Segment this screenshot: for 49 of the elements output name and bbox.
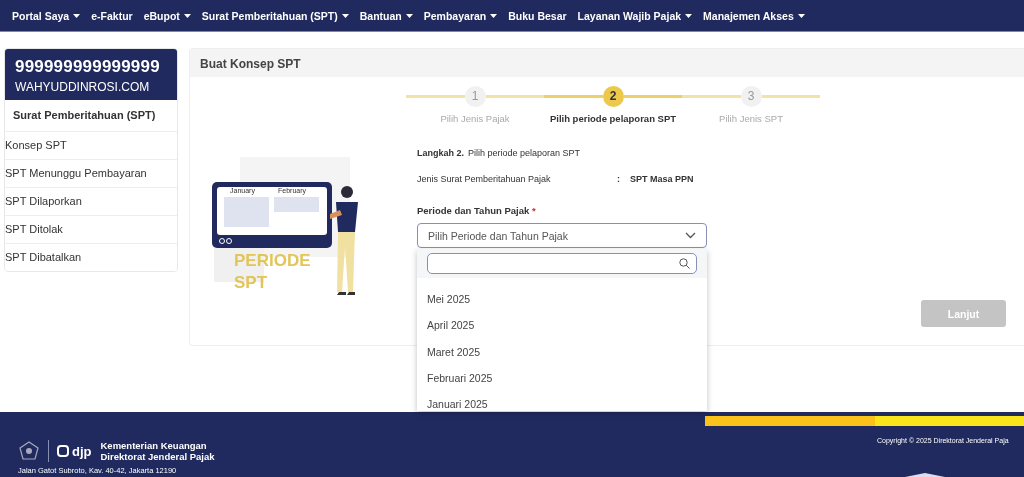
caret-icon <box>490 13 498 18</box>
search-icon <box>679 258 690 269</box>
nav-menu-item[interactable]: Portal Saya <box>12 9 81 22</box>
brand-name: djp <box>72 443 92 459</box>
step-label: Pilih Jenis SPT <box>719 113 783 124</box>
nav-menu-item[interactable]: Bantuan <box>359 9 413 22</box>
chevron-down-icon <box>685 232 696 239</box>
step-number: 1 <box>464 85 486 107</box>
info-label: Jenis Surat Pemberitahuan Pajak <box>417 174 552 184</box>
decorative-shape-drawing <box>905 472 945 477</box>
caret-icon <box>685 13 693 18</box>
step-number: 2 <box>602 85 624 107</box>
illustration-caption: PERIODE <box>234 250 311 272</box>
period-select[interactable]: Pilih Periode dan Tahun Pajak <box>417 223 707 248</box>
nav-menu-item[interactable]: Manajemen Akses <box>703 9 805 22</box>
search-field[interactable] <box>427 253 697 274</box>
caret-icon <box>797 13 805 18</box>
nav-menu-item[interactable]: Layanan Wajib Pajak <box>577 9 693 22</box>
dropdown-option[interactable]: Mei 2025 <box>417 286 707 313</box>
logo-icon <box>57 445 69 457</box>
caret-icon <box>405 13 413 18</box>
caret-icon <box>73 13 81 18</box>
dropdown-option[interactable]: April 2025 <box>417 312 707 339</box>
step-label: Pilih Jenis Pajak <box>440 113 510 124</box>
nav-menu-item[interactable]: e-Faktur <box>91 9 133 22</box>
required-mark: * <box>531 205 536 216</box>
info-value: SPT Masa PPN <box>630 174 694 184</box>
nav-menu-item[interactable]: Pembayaran <box>423 9 498 22</box>
caret-icon <box>183 13 191 18</box>
step-label: Pilih periode pelaporan SPT <box>549 113 677 124</box>
field-label: Periode dan Tahun Pajak <box>417 205 530 216</box>
dropdown-option[interactable]: Februari 2025 <box>417 364 707 392</box>
info-separator: : <box>617 174 621 184</box>
emblem-icon <box>18 441 40 461</box>
illustration-caption: SPT <box>234 272 269 294</box>
step-heading: Langkah 2. <box>417 148 464 158</box>
dropdown-option[interactable]: Januari 2025 <box>417 391 707 411</box>
nav-menu-item[interactable]: Buku Besar <box>508 9 567 22</box>
nav-menu-item[interactable]: Surat Pemberitahuan (SPT) <box>201 9 349 22</box>
card-title: Buat Konsep SPT <box>190 49 1024 77</box>
step-number: 3 <box>740 85 762 107</box>
dropdown-option[interactable]: Maret 2025 <box>417 338 707 365</box>
organization-name: Kementerian Keuangan <box>100 440 208 451</box>
nav-menu-item[interactable]: eBupot <box>143 9 191 22</box>
step-description: Pilih periode pelaporan SPT <box>468 148 581 158</box>
account-id: 999999999999999 <box>15 57 161 77</box>
organization-name: Direktorat Jenderal Pajak <box>100 451 215 462</box>
account-name: WAHYUDDINROSI.COM <box>15 80 151 94</box>
caret-icon <box>341 13 349 18</box>
